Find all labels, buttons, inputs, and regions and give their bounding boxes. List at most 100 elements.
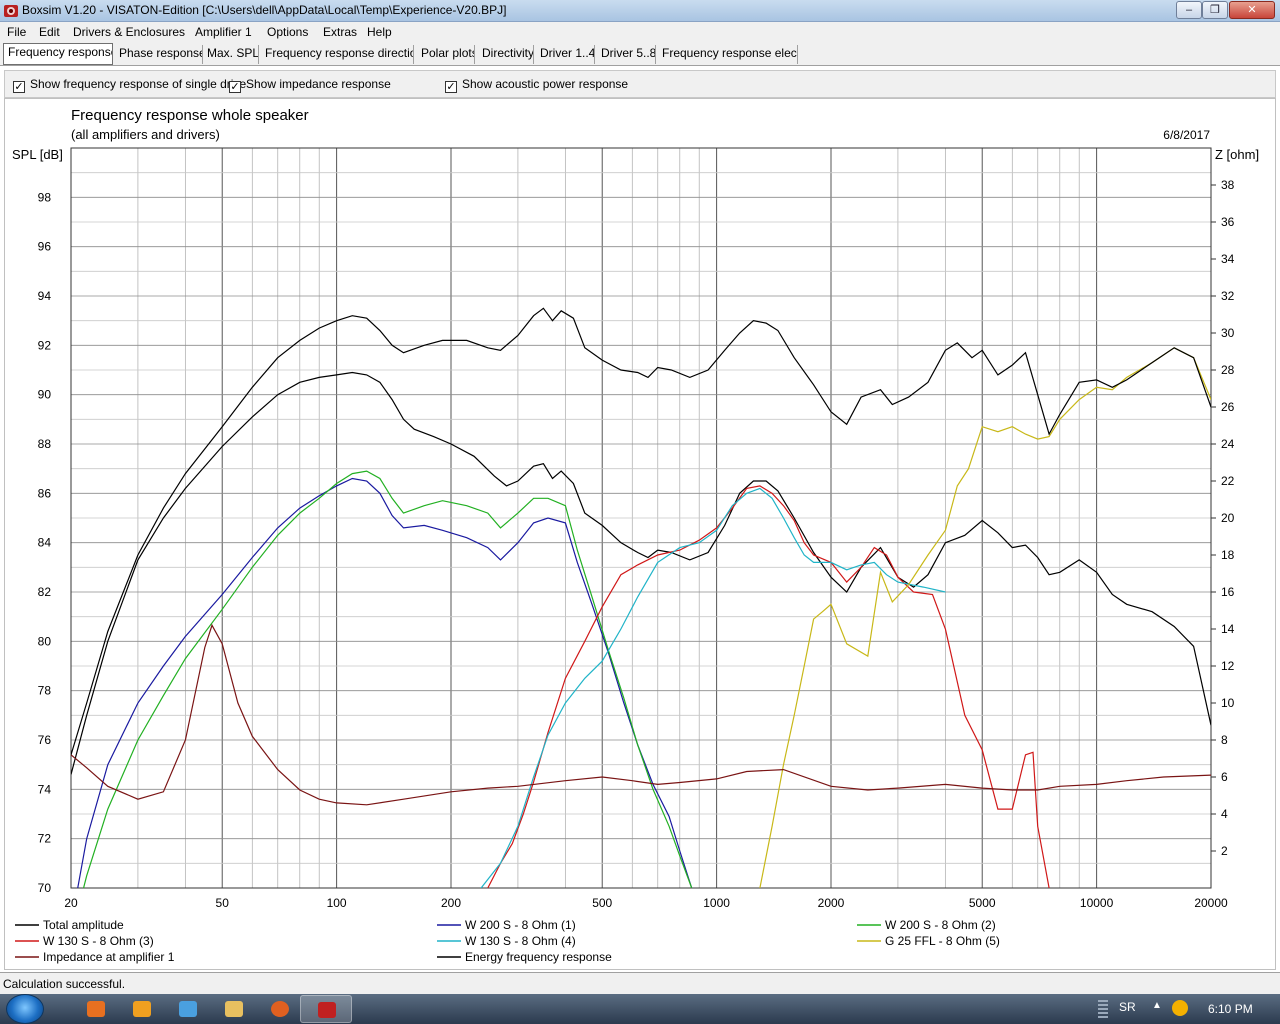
- language-indicator[interactable]: SR: [1119, 1000, 1136, 1014]
- y2-tick-label: 26: [1221, 400, 1235, 414]
- tab-frequency-response-electrical[interactable]: Frequency response electr..: [658, 45, 798, 64]
- menu-help[interactable]: Help: [367, 25, 392, 39]
- y2-tick-label: 18: [1221, 548, 1235, 562]
- paint-icon: [179, 1001, 197, 1017]
- folder-icon: [225, 1001, 243, 1017]
- close-button[interactable]: ✕: [1229, 1, 1275, 19]
- y-tick-label: 74: [38, 782, 52, 796]
- chart-title: Frequency response whole speaker: [71, 107, 309, 124]
- tab-driver-1-4[interactable]: Driver 1..4: [536, 45, 595, 64]
- x-tick-label: 200: [441, 896, 461, 910]
- menu-edit[interactable]: Edit: [39, 25, 60, 39]
- option-single-drive-label: Show frequency response of single drive: [30, 77, 247, 91]
- x-tick-label: 2000: [818, 896, 845, 910]
- y-tick-label: 72: [38, 832, 52, 846]
- option-acoustic-power[interactable]: ✓ Show acoustic power response: [445, 77, 628, 93]
- show-hidden-icons-arrow-icon[interactable]: ▲: [1152, 1000, 1162, 1011]
- y-tick-label: 82: [38, 585, 52, 599]
- menu-file[interactable]: File: [7, 25, 26, 39]
- y2-tick-label: 24: [1221, 437, 1235, 451]
- y2-tick-label: 12: [1221, 659, 1235, 673]
- tab-frequency-response-directions[interactable]: Frequency response directions: [261, 45, 414, 64]
- menu-extras[interactable]: Extras: [323, 25, 357, 39]
- tray-clock[interactable]: 6:10 PM: [1208, 1002, 1253, 1016]
- y2-tick-label: 34: [1221, 252, 1235, 266]
- chart-subtitle: (all amplifiers and drivers): [71, 127, 220, 142]
- y-tick-label: 98: [38, 190, 52, 204]
- option-impedance[interactable]: ✓ Show impedance response: [229, 77, 391, 93]
- taskbar-app-2[interactable]: [116, 995, 168, 1023]
- title-bar: Boxsim V1.20 - VISATON-Edition [C:\Users…: [0, 0, 1280, 22]
- chart-date: 6/8/2017: [1163, 128, 1210, 142]
- legend-entry: W 200 S - 8 Ohm (1): [465, 918, 576, 932]
- y2-tick-label: 20: [1221, 511, 1235, 525]
- browser-icon: [271, 1001, 289, 1017]
- y2-tick-label: 10: [1221, 696, 1235, 710]
- y-axis-label: SPL [dB]: [12, 147, 63, 162]
- y2-tick-label: 22: [1221, 474, 1235, 488]
- y-tick-label: 94: [38, 289, 52, 303]
- taskbar-app-5[interactable]: [254, 995, 306, 1023]
- y2-tick-label: 14: [1221, 622, 1235, 636]
- tab-phase-response[interactable]: Phase response: [115, 45, 203, 64]
- tab-directivity[interactable]: Directivity: [478, 45, 534, 64]
- antivirus-tray-icon[interactable]: [1172, 1000, 1188, 1016]
- boxsim-app-icon[interactable]: [3, 3, 19, 19]
- taskbar-app-3[interactable]: [162, 995, 214, 1023]
- taskbar-app-4[interactable]: [208, 995, 260, 1023]
- x-tick-label: 100: [327, 896, 347, 910]
- status-bar: Calculation successful.: [0, 972, 1280, 994]
- y2-tick-label: 38: [1221, 178, 1235, 192]
- tab-max-spl[interactable]: Max. SPL: [203, 45, 259, 64]
- option-single-drive[interactable]: ✓ Show frequency response of single drive: [13, 77, 246, 93]
- series-line-g-25-ffl-8-ohm-5-: [759, 347, 1211, 888]
- start-button[interactable]: [6, 994, 44, 1024]
- y2-axis-label: Z [ohm]: [1215, 147, 1259, 162]
- y-tick-label: 90: [38, 388, 52, 402]
- y2-tick-label: 8: [1221, 733, 1228, 747]
- option-impedance-label: Show impedance response: [246, 77, 391, 91]
- legend-entry: Energy frequency response: [465, 950, 612, 964]
- grid-layer: [70, 147, 1212, 889]
- y2-tick-label: 4: [1221, 807, 1228, 821]
- series-layer: [71, 307, 1211, 888]
- x-tick-label: 20: [64, 896, 78, 910]
- y-tick-label: 76: [38, 733, 52, 747]
- y-tick-label: 88: [38, 437, 52, 451]
- legend-entry: W 200 S - 8 Ohm (2): [885, 918, 996, 932]
- y-tick-label: 92: [38, 338, 52, 352]
- tab-polar-plots[interactable]: Polar plots: [417, 45, 475, 64]
- media-player-icon: [133, 1001, 151, 1017]
- legend-entry: Impedance at amplifier 1: [43, 950, 175, 964]
- taskbar-app-1[interactable]: [70, 995, 122, 1023]
- taskbar-app-boxsim[interactable]: [300, 995, 352, 1023]
- tab-driver-5-8[interactable]: Driver 5..8: [597, 45, 656, 64]
- y-tick-label: 96: [38, 240, 52, 254]
- boxsim-icon: [318, 1002, 336, 1018]
- checkbox-acoustic-power[interactable]: ✓: [445, 81, 457, 93]
- series-line-w-200-s-8-ohm-1-: [77, 477, 693, 888]
- menu-options[interactable]: Options: [267, 25, 308, 39]
- legend: Total amplitude W 200 S - 8 Ohm (1) W 200 …: [15, 918, 1000, 964]
- menu-drivers-enclosures[interactable]: Drivers & Enclosures: [73, 25, 185, 39]
- tools-icon: [87, 1001, 105, 1017]
- legend-entry: W 130 S - 8 Ohm (3): [43, 934, 154, 948]
- frequency-response-chart: 20 50 100 200 500 1000 2000 5000 10000 20000 70 72 7…: [12, 107, 1259, 964]
- maximize-button[interactable]: ❐: [1202, 1, 1228, 19]
- y-tick-label: 86: [38, 486, 52, 500]
- y2-tick-label: 32: [1221, 289, 1235, 303]
- legend-entry: Total amplitude: [43, 918, 124, 932]
- option-acoustic-power-label: Show acoustic power response: [462, 77, 629, 91]
- legend-entry: G 25 FFL - 8 Ohm (5): [885, 934, 1000, 948]
- x-tick-label: 1000: [703, 896, 730, 910]
- minimize-button[interactable]: –: [1176, 1, 1202, 19]
- checkbox-single-drive[interactable]: ✓: [13, 81, 25, 93]
- chart-panel: 20 50 100 200 500 1000 2000 5000 10000 20000 70 72 7…: [4, 98, 1276, 970]
- y2-tick-label: 36: [1221, 215, 1235, 229]
- x-tick-label: 500: [592, 896, 612, 910]
- window-title: Boxsim V1.20 - VISATON-Edition [C:\Users…: [22, 3, 507, 17]
- checkbox-impedance[interactable]: ✓: [229, 81, 241, 93]
- tab-frequency-response[interactable]: Frequency response.: [3, 43, 113, 65]
- menu-amplifier[interactable]: Amplifier 1: [195, 25, 252, 39]
- y-tick-label: 80: [38, 634, 52, 648]
